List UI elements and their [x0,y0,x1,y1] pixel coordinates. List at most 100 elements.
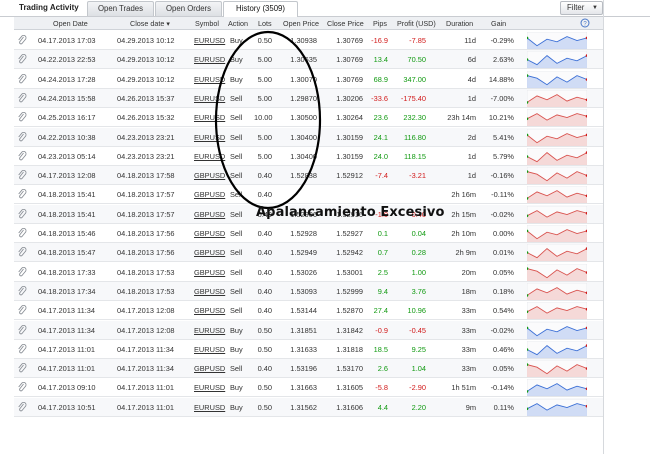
table-row[interactable]: 04.18.2013 15:47 04.18.2013 17:56 GBPUSD Se… [14,243,603,263]
paperclip-icon[interactable] [17,112,27,122]
cell-symbol[interactable]: EURUSD [194,94,226,103]
paperclip-icon[interactable] [17,54,27,64]
cell-profit: 116.80 [403,132,426,142]
cell-symbol[interactable]: EURUSD [194,75,226,84]
cell-open-date: 04.18.2013 15:46 [38,229,96,238]
header-action[interactable]: Action [228,19,248,28]
paperclip-icon[interactable] [17,247,27,257]
table-row[interactable]: 04.17.2013 17:03 04.29.2013 10:12 EURUSD Bu… [14,31,603,50]
paperclip-icon[interactable] [17,382,27,392]
paperclip-icon[interactable] [17,228,27,238]
table-row[interactable]: 04.22.2013 10:38 04.23.2013 23:21 EURUSD Se… [14,127,603,147]
cell-duration: 9m [465,402,476,412]
cell-lots: 5.00 [257,93,272,103]
tab-open-trades[interactable]: Open Trades [87,1,154,16]
paperclip-icon[interactable] [17,73,27,84]
cell-action: Sell [230,171,243,181]
cell-symbol[interactable]: EURUSD [194,133,226,142]
filter-button[interactable]: Filter ▼ [560,1,603,15]
cell-symbol[interactable]: GBPUSD [194,210,226,219]
paperclip-icon[interactable] [17,305,27,315]
cell-lots: 5.00 [257,74,272,84]
paperclip-icon[interactable] [17,266,27,277]
paperclip-icon[interactable] [17,131,27,142]
header-open-date[interactable]: Open Date [53,19,88,28]
header-close-date[interactable]: Close date ▾ [130,19,170,28]
cell-close-date: 04.17.2013 12:08 [117,306,175,316]
cell-pips: 9.4 [377,286,388,296]
paperclip-icon[interactable] [17,343,27,354]
header-gain[interactable]: Gain [491,19,506,28]
paperclip-icon[interactable] [17,35,27,45]
cell-symbol[interactable]: EURUSD [194,383,226,392]
paperclip-icon[interactable] [17,170,27,180]
header-open-price[interactable]: Open Price [283,19,319,28]
header-symbol[interactable]: Symbol [195,19,219,28]
paperclip-icon[interactable] [17,363,27,373]
cell-symbol[interactable]: EURUSD [194,326,226,335]
gain-sparkline [527,167,587,185]
cell-symbol[interactable]: GBPUSD [194,171,226,180]
paperclip-icon[interactable] [17,150,27,161]
table-row[interactable]: 04.17.2013 11:34 04.17.2013 12:08 GBPUSD Se… [14,301,603,321]
tab-history[interactable]: History (3509) [223,1,298,17]
cell-symbol[interactable]: EURUSD [194,345,226,354]
annotation-text: Apalancamiento Excesivo [256,205,445,220]
cell-symbol[interactable]: GBPUSD [194,364,226,373]
cell-close-date: 04.18.2013 17:57 [117,190,175,200]
table-row[interactable]: 04.17.2013 11:34 04.17.2013 12:08 EURUSD Bu… [14,320,603,340]
cell-symbol[interactable]: GBPUSD [194,287,226,296]
header-close-price[interactable]: Close Price [327,19,364,28]
paperclip-icon[interactable] [17,285,27,296]
paperclip-icon[interactable] [17,401,27,412]
table-row[interactable]: 04.22.2013 22:53 04.29.2013 10:12 EURUSD Bu… [14,50,603,70]
table-row[interactable]: 04.17.2013 11:01 04.17.2013 11:34 EURUSD Bu… [14,340,603,359]
cell-symbol[interactable]: EURUSD [194,403,226,412]
cell-gain: 0.00% [493,229,514,238]
tab-open-orders[interactable]: Open Orders [155,1,222,16]
cell-open-date: 04.18.2013 15:41 [38,190,96,200]
table-row[interactable]: 04.17.2013 09:10 04.17.2013 11:01 EURUSD Bu… [14,378,603,398]
header-profit[interactable]: Profit (USD) [397,19,436,28]
cell-close-date: 04.23.2013 23:21 [117,132,175,142]
cell-symbol[interactable]: GBPUSD [194,229,226,238]
cell-lots: 0.50 [257,325,272,335]
cell-open-price: 1.30070 [290,74,317,84]
gain-sparkline [527,51,587,69]
table-row[interactable]: 04.23.2013 05:14 04.23.2013 23:21 EURUSD Se… [14,147,603,166]
cell-symbol[interactable]: EURUSD [194,55,226,64]
table-row[interactable]: 04.17.2013 10:51 04.17.2013 11:01 EURUSD Bu… [14,397,603,417]
cell-lots: 5.00 [257,151,272,161]
cell-open-price: 1.53093 [290,286,317,296]
cell-action: Sell [230,248,243,258]
paperclip-icon[interactable] [17,208,27,219]
header-lots[interactable]: Lots [258,19,272,28]
cell-symbol[interactable]: EURUSD [194,36,226,45]
table-row[interactable]: 04.17.2013 12:08 04.18.2013 17:58 GBPUSD Se… [14,166,603,186]
header-duration[interactable]: Duration [446,19,473,28]
cell-symbol[interactable]: EURUSD [194,152,226,161]
table-row[interactable]: 04.24.2013 15:58 04.26.2013 15:37 EURUSD Se… [14,88,603,108]
paperclip-icon[interactable] [17,92,27,103]
table-row[interactable]: 04.18.2013 17:33 04.18.2013 17:53 GBPUSD Se… [14,263,603,282]
cell-symbol[interactable]: GBPUSD [194,268,226,277]
help-icon[interactable]: ? [580,18,590,28]
table-row[interactable]: 04.24.2013 17:28 04.29.2013 10:12 EURUSD Bu… [14,70,603,89]
table-row[interactable]: 04.18.2013 17:34 04.18.2013 17:53 GBPUSD Se… [14,281,603,301]
header-pips[interactable]: Pips [373,19,387,28]
paperclip-icon[interactable] [17,324,27,335]
filter-label: Filter [567,3,585,12]
table-row[interactable]: 04.18.2013 15:41 04.18.2013 17:57 GBPUSD Se… [14,185,603,205]
table-row[interactable]: 04.25.2013 16:17 04.26.2013 15:32 EURUSD Se… [14,108,603,128]
cell-symbol[interactable]: EURUSD [194,113,226,122]
cell-action: Sell [230,151,243,161]
cell-pips: 24.1 [373,132,388,142]
table-row[interactable]: 04.17.2013 11:01 04.17.2013 11:34 GBPUSD Se… [14,359,603,379]
table-row[interactable]: 04.18.2013 15:46 04.18.2013 17:56 GBPUSD Se… [14,224,603,243]
cell-action: Sell [230,93,243,103]
cell-symbol[interactable]: GBPUSD [194,248,226,257]
cell-symbol[interactable]: GBPUSD [194,306,226,315]
cell-symbol[interactable]: GBPUSD [194,190,226,199]
cell-duration: 33m [461,364,476,374]
paperclip-icon[interactable] [17,189,27,199]
